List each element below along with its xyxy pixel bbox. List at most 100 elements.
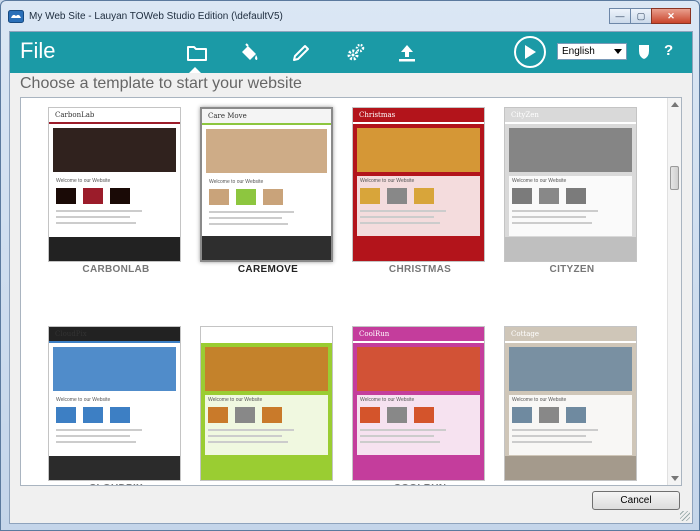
thumb-header: Care Move: [202, 109, 331, 125]
thumb-footer: [49, 456, 180, 480]
minimize-button[interactable]: —: [609, 8, 631, 24]
thumb-header-text: CloudPix: [55, 330, 87, 338]
thumb-footer: [201, 456, 332, 480]
thumb-header: Construction: [201, 327, 332, 343]
thumb-heading: Welcome to our Website: [360, 178, 415, 184]
main-toolbar: File English ?: [10, 32, 692, 73]
thumb-hero-image: [53, 128, 176, 172]
template-thumbnail[interactable]: Christmas Welcome to our Website: [352, 107, 485, 262]
minimize-icon: —: [615, 11, 625, 21]
thumb-hero-image: [357, 128, 480, 172]
scrollbar-thumb[interactable]: [670, 166, 679, 190]
template-card[interactable]: CityZen Welcome to our Website CITYZEN: [504, 107, 640, 275]
thumb-header-text: Care Move: [208, 112, 247, 120]
thumb-heading: Welcome to our Website: [512, 397, 567, 403]
template-card[interactable]: Care Move Welcome to our Website CAREMOV…: [200, 107, 336, 275]
thumb-footer: [353, 456, 484, 480]
thumb-footer: [49, 237, 180, 261]
template-thumbnail[interactable]: CloudPix Welcome to our Website: [48, 326, 181, 481]
maximize-button[interactable]: ▢: [630, 8, 652, 24]
application-window: My Web Site - Lauyan TOWeb Studio Editio…: [0, 0, 700, 531]
thumb-footer: [505, 456, 636, 480]
thumb-hero-image: [357, 347, 480, 391]
thumb-footer: [505, 237, 636, 261]
template-label: CARBONLAB: [82, 264, 150, 275]
thumb-header: CarbonLab: [49, 108, 180, 124]
template-card[interactable]: CarbonLab Welcome to our Website CARBONL…: [48, 107, 184, 275]
gears-icon: [347, 43, 365, 61]
thumb-header-text: CityZen: [511, 111, 539, 119]
thumb-header: Christmas: [353, 108, 484, 124]
thumb-hero-image: [509, 128, 632, 172]
preview-button[interactable]: [514, 36, 546, 68]
scroll-up-icon[interactable]: [671, 102, 679, 107]
template-label: CAREMOVE: [237, 264, 299, 275]
paint-bucket-icon: [242, 43, 258, 60]
thumb-hero-image: [205, 347, 328, 391]
play-icon: [525, 45, 536, 59]
template-label: CITYZEN: [549, 264, 595, 275]
style-button[interactable]: [236, 40, 262, 66]
vertical-scrollbar[interactable]: [667, 98, 681, 485]
template-card[interactable]: CoolRun Welcome to our Website COOLRUN: [352, 326, 488, 485]
thumb-heading: Welcome to our Website: [208, 397, 263, 403]
template-thumbnail[interactable]: Construction Welcome to our Website: [200, 326, 333, 481]
template-label: CLOUDPIX: [48, 483, 184, 485]
thumb-content: Welcome to our Website: [509, 395, 632, 455]
thumb-header: CloudPix: [49, 327, 180, 343]
thumb-content: Welcome to our Website: [357, 395, 480, 455]
thumb-footer: [202, 236, 331, 260]
template-card[interactable]: CloudPix Welcome to our Website CLOUDPIX: [48, 326, 184, 485]
thumb-header-text: Construction: [207, 330, 254, 338]
thumb-header-text: CoolRun: [359, 330, 390, 338]
maximize-icon: ▢: [636, 10, 646, 21]
template-card[interactable]: Construction Welcome to our Website: [200, 326, 336, 483]
thumb-content: Welcome to our Website: [509, 176, 632, 236]
thumb-heading: Welcome to our Website: [360, 397, 415, 403]
template-card[interactable]: Cottage Welcome to our Website: [504, 326, 640, 483]
template-label: CHRISTMAS: [388, 264, 452, 275]
publish-button[interactable]: [394, 40, 420, 66]
close-button[interactable]: ✕: [651, 8, 691, 24]
thumb-content: Welcome to our Website: [357, 176, 480, 236]
file-button[interactable]: [184, 40, 210, 66]
thumb-header-text: Cottage: [511, 330, 539, 338]
template-card[interactable]: Christmas Welcome to our Website CHRISTM…: [352, 107, 488, 275]
template-label: COOLRUN: [352, 483, 488, 485]
section-title: File: [20, 38, 56, 63]
active-tab-indicator: [189, 67, 201, 73]
template-thumbnail[interactable]: CoolRun Welcome to our Website: [352, 326, 485, 481]
template-thumbnail[interactable]: CityZen Welcome to our Website: [504, 107, 637, 262]
template-thumbnail[interactable]: Cottage Welcome to our Website: [504, 326, 637, 481]
close-icon: ✕: [667, 10, 675, 21]
language-select[interactable]: English: [557, 43, 627, 60]
page-subtitle: Choose a template to start your website: [20, 75, 302, 92]
upload-icon: [399, 45, 415, 62]
scroll-down-icon[interactable]: [671, 476, 679, 481]
chevron-down-icon: [614, 49, 622, 54]
thumb-header: Cottage: [505, 327, 636, 343]
cancel-button[interactable]: Cancel: [592, 491, 680, 510]
title-bar[interactable]: My Web Site - Lauyan TOWeb Studio Editio…: [1, 1, 699, 31]
client-area: File English ? Choose a template to star…: [9, 31, 693, 524]
settings-button[interactable]: [342, 40, 368, 66]
edit-button[interactable]: [288, 40, 314, 66]
thumb-heading: Welcome to our Website: [56, 397, 111, 403]
folder-icon: [187, 46, 207, 61]
thumb-hero-image: [509, 347, 632, 391]
thumb-content: Welcome to our Website: [205, 395, 328, 455]
help-button[interactable]: ?: [664, 42, 673, 59]
template-thumbnail[interactable]: Care Move Welcome to our Website: [200, 107, 333, 262]
thumb-header: CityZen: [505, 108, 636, 124]
thumb-content: Welcome to our Website: [206, 177, 327, 237]
template-thumbnail[interactable]: CarbonLab Welcome to our Website: [48, 107, 181, 262]
thumb-content: Welcome to our Website: [53, 176, 176, 236]
thumb-content: Welcome to our Website: [53, 395, 176, 455]
resize-grip[interactable]: [680, 511, 690, 521]
app-icon: [8, 10, 24, 23]
thumb-hero-image: [53, 347, 176, 391]
shield-icon[interactable]: [637, 44, 651, 60]
template-gallery: CarbonLab Welcome to our Website CARBONL…: [20, 97, 682, 486]
thumb-hero-image: [206, 129, 327, 173]
thumb-header: CoolRun: [353, 327, 484, 343]
